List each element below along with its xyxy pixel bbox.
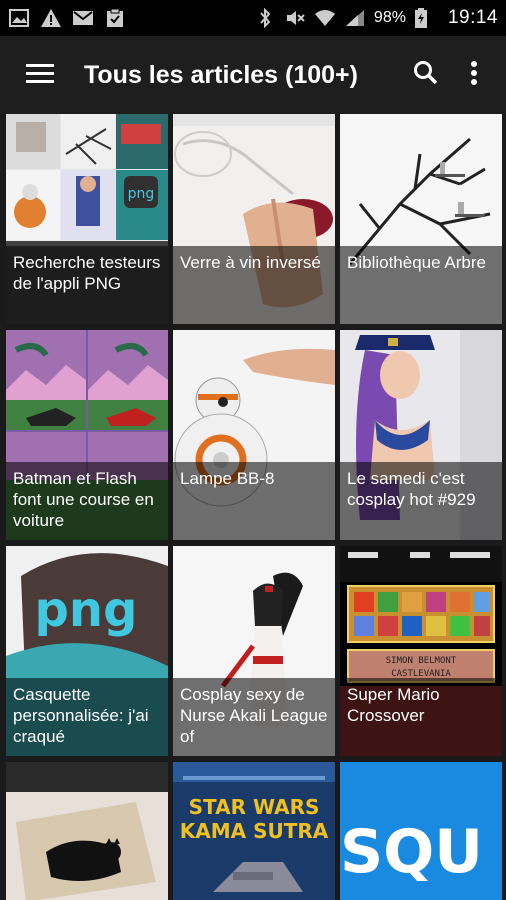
article-card[interactable]: SIMON BELMONT CASTLEVANIA Super Mario Cr… xyxy=(340,546,502,756)
article-title: Verre à vin inversé xyxy=(180,253,321,272)
article-title: Bibliothèque Arbre xyxy=(347,253,486,272)
article-thumbnail: STAR WARS KAMA SUTRA xyxy=(173,762,335,900)
cap-embroidery-text: png xyxy=(35,582,138,638)
article-title: Super Mario Crossover xyxy=(347,685,440,725)
article-caption: Super Mario Crossover xyxy=(340,678,502,756)
article-caption: Recherche testeurs de l'appli PNG xyxy=(6,246,168,324)
article-title: Cosplay sexy de Nurse Akali League of xyxy=(180,685,328,746)
article-title: Le samedi c'est cosplay hot #929 xyxy=(347,469,476,509)
star-wars-title-1: STAR WARS xyxy=(189,795,320,819)
article-title: Batman et Flash font une course en voitu… xyxy=(13,469,154,530)
mute-icon xyxy=(284,8,306,28)
article-title: Casquette personnalisée: j'ai craqué xyxy=(13,685,149,746)
search-icon xyxy=(413,60,439,91)
article-caption: Lampe BB-8 xyxy=(173,462,335,540)
more-options-button[interactable] xyxy=(454,51,494,99)
article-card[interactable]: Cosplay sexy de Nurse Akali League of xyxy=(173,546,335,756)
articles-grid: png Recherche testeurs de l'appli PNG Ve… xyxy=(6,114,502,900)
battery-icon xyxy=(414,8,436,28)
article-card[interactable]: Lampe BB-8 xyxy=(173,330,335,540)
article-thumbnail: SQU xyxy=(340,762,502,900)
menu-button[interactable] xyxy=(12,47,68,103)
app-bar: Tous les articles (100+) xyxy=(0,36,506,114)
status-bar: 98% 19:14 xyxy=(0,0,506,36)
article-card[interactable]: png Recherche testeurs de l'appli PNG xyxy=(6,114,168,324)
article-card[interactable]: Le samedi c'est cosplay hot #929 xyxy=(340,330,502,540)
clock: 19:14 xyxy=(447,7,498,28)
signal-icon xyxy=(344,8,366,28)
wifi-icon xyxy=(314,8,336,28)
article-caption: Bibliothèque Arbre xyxy=(340,246,502,324)
clipboard-icon xyxy=(104,8,126,28)
article-caption: Verre à vin inversé xyxy=(173,246,335,324)
image-icon xyxy=(8,8,30,28)
article-card[interactable]: Batman et Flash font une course en voitu… xyxy=(6,330,168,540)
article-thumbnail xyxy=(6,762,168,900)
article-card[interactable] xyxy=(6,762,168,900)
gmail-icon xyxy=(72,8,94,28)
hamburger-icon xyxy=(26,62,54,89)
article-caption: Cosplay sexy de Nurse Akali League of xyxy=(173,678,335,756)
article-card[interactable]: STAR WARS KAMA SUTRA xyxy=(173,762,335,900)
article-title: Recherche testeurs de l'appli PNG xyxy=(13,253,161,293)
article-card[interactable]: Verre à vin inversé xyxy=(173,114,335,324)
article-card[interactable]: png Casquette personnalisée: j'ai craqué xyxy=(6,546,168,756)
warning-icon xyxy=(40,8,62,28)
search-button[interactable] xyxy=(402,51,450,99)
article-title: Lampe BB-8 xyxy=(180,469,275,488)
battery-percent: 98% xyxy=(373,9,406,26)
more-vert-icon xyxy=(470,60,478,91)
article-card[interactable]: Bibliothèque Arbre xyxy=(340,114,502,324)
article-card[interactable]: SQU xyxy=(340,762,502,900)
page-title: Tous les articles (100+) xyxy=(84,60,358,89)
star-wars-title-2: KAMA SUTRA xyxy=(180,819,329,843)
game-character-name: SIMON BELMONT xyxy=(386,656,457,666)
article-caption: Batman et Flash font une course en voitu… xyxy=(6,462,168,540)
bluetooth-icon xyxy=(254,7,276,29)
article-caption: Casquette personnalisée: j'ai craqué xyxy=(6,678,168,756)
square-logo-text: SQU xyxy=(340,817,483,887)
png-logo-text: png xyxy=(128,186,155,202)
article-caption: Le samedi c'est cosplay hot #929 xyxy=(340,462,502,540)
